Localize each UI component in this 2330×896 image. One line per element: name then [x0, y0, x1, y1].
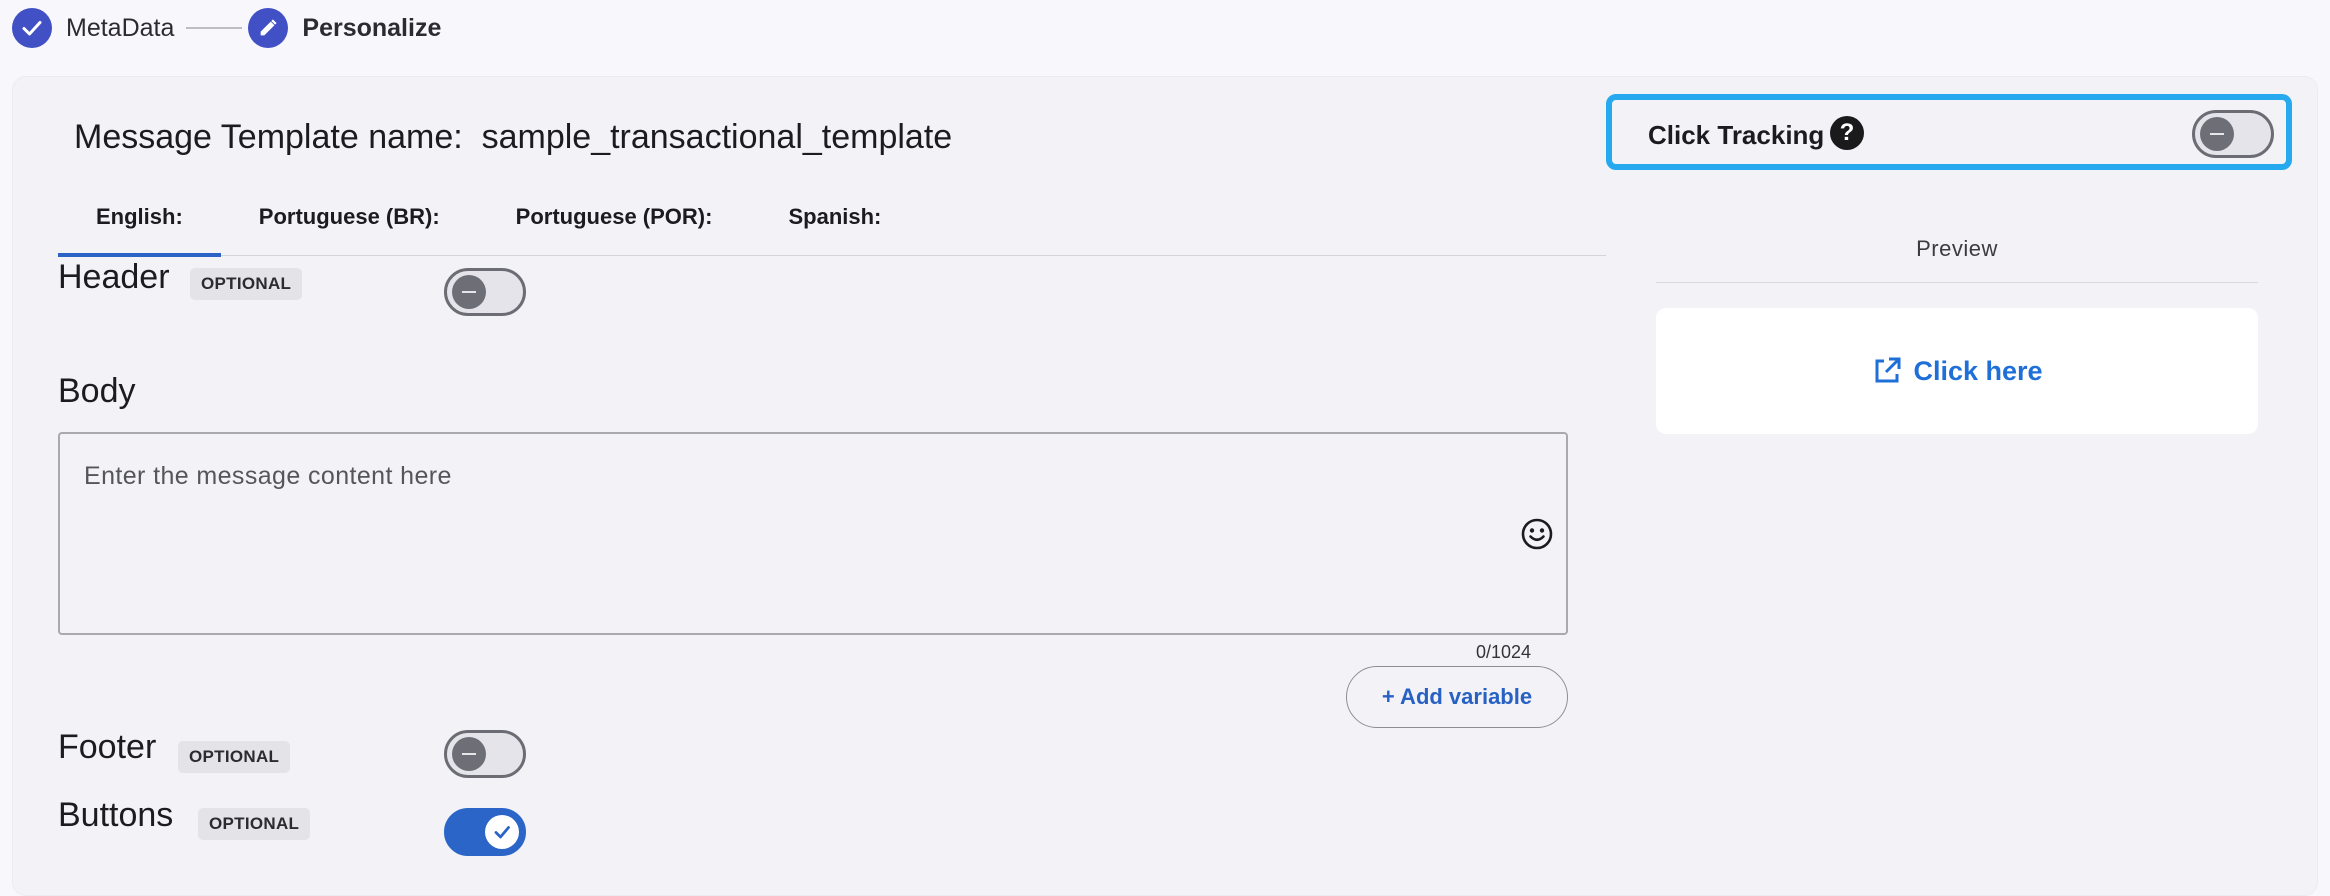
tab-english[interactable]: English: — [58, 188, 221, 257]
body-textarea[interactable]: Enter the message content here — [58, 432, 1568, 635]
emoji-icon[interactable] — [1520, 517, 1554, 551]
body-placeholder: Enter the message content here — [84, 462, 452, 490]
header-toggle[interactable] — [444, 268, 526, 316]
toggle-knob — [2200, 117, 2234, 151]
tab-portuguese-por[interactable]: Portuguese (POR): — [478, 188, 751, 256]
external-link-icon — [1875, 357, 1901, 383]
check-icon — [485, 815, 519, 849]
step-metadata-label[interactable]: MetaData — [66, 14, 174, 43]
buttons-section-label: Buttons — [58, 796, 174, 834]
step-connector — [186, 27, 243, 29]
click-tracking-label: Click Tracking — [1648, 120, 1825, 150]
click-tracking-toggle[interactable] — [2192, 110, 2274, 158]
help-icon[interactable]: ? — [1830, 116, 1864, 150]
footer-optional-badge: OPTIONAL — [178, 741, 291, 773]
tab-portuguese-br[interactable]: Portuguese (BR): — [221, 188, 478, 256]
footer-section-label: Footer — [58, 728, 157, 766]
toggle-knob — [452, 275, 486, 309]
character-counter: 0/1024 — [1476, 642, 1532, 662]
template-name-title: Message Template name: sample_transactio… — [74, 118, 953, 156]
preview-label: Preview — [1916, 236, 1998, 261]
step-edit-icon — [248, 8, 289, 48]
preview-link-text: Click here — [1913, 355, 2043, 386]
tab-spanish[interactable]: Spanish: — [750, 188, 919, 256]
click-tracking-panel: Click Tracking ? — [1606, 94, 2292, 170]
language-tabs: English: Portuguese (BR): Portuguese (PO… — [58, 188, 1606, 257]
step-personalize-label[interactable]: Personalize — [302, 14, 441, 43]
preview-divider — [1656, 282, 2258, 283]
header-section-label: Header — [58, 258, 170, 296]
header-optional-badge: OPTIONAL — [190, 268, 303, 300]
buttons-toggle[interactable] — [444, 808, 526, 856]
body-section-label: Body — [58, 372, 136, 410]
toggle-knob — [452, 737, 486, 771]
buttons-optional-badge: OPTIONAL — [198, 808, 311, 840]
add-variable-button[interactable]: + Add variable — [1346, 666, 1568, 728]
step-complete-icon — [12, 8, 52, 48]
stepper: MetaData Personalize — [12, 8, 441, 48]
preview-card: Click here — [1656, 308, 2258, 434]
preview-link[interactable]: Click here — [1871, 355, 2043, 387]
footer-toggle[interactable] — [444, 730, 526, 778]
